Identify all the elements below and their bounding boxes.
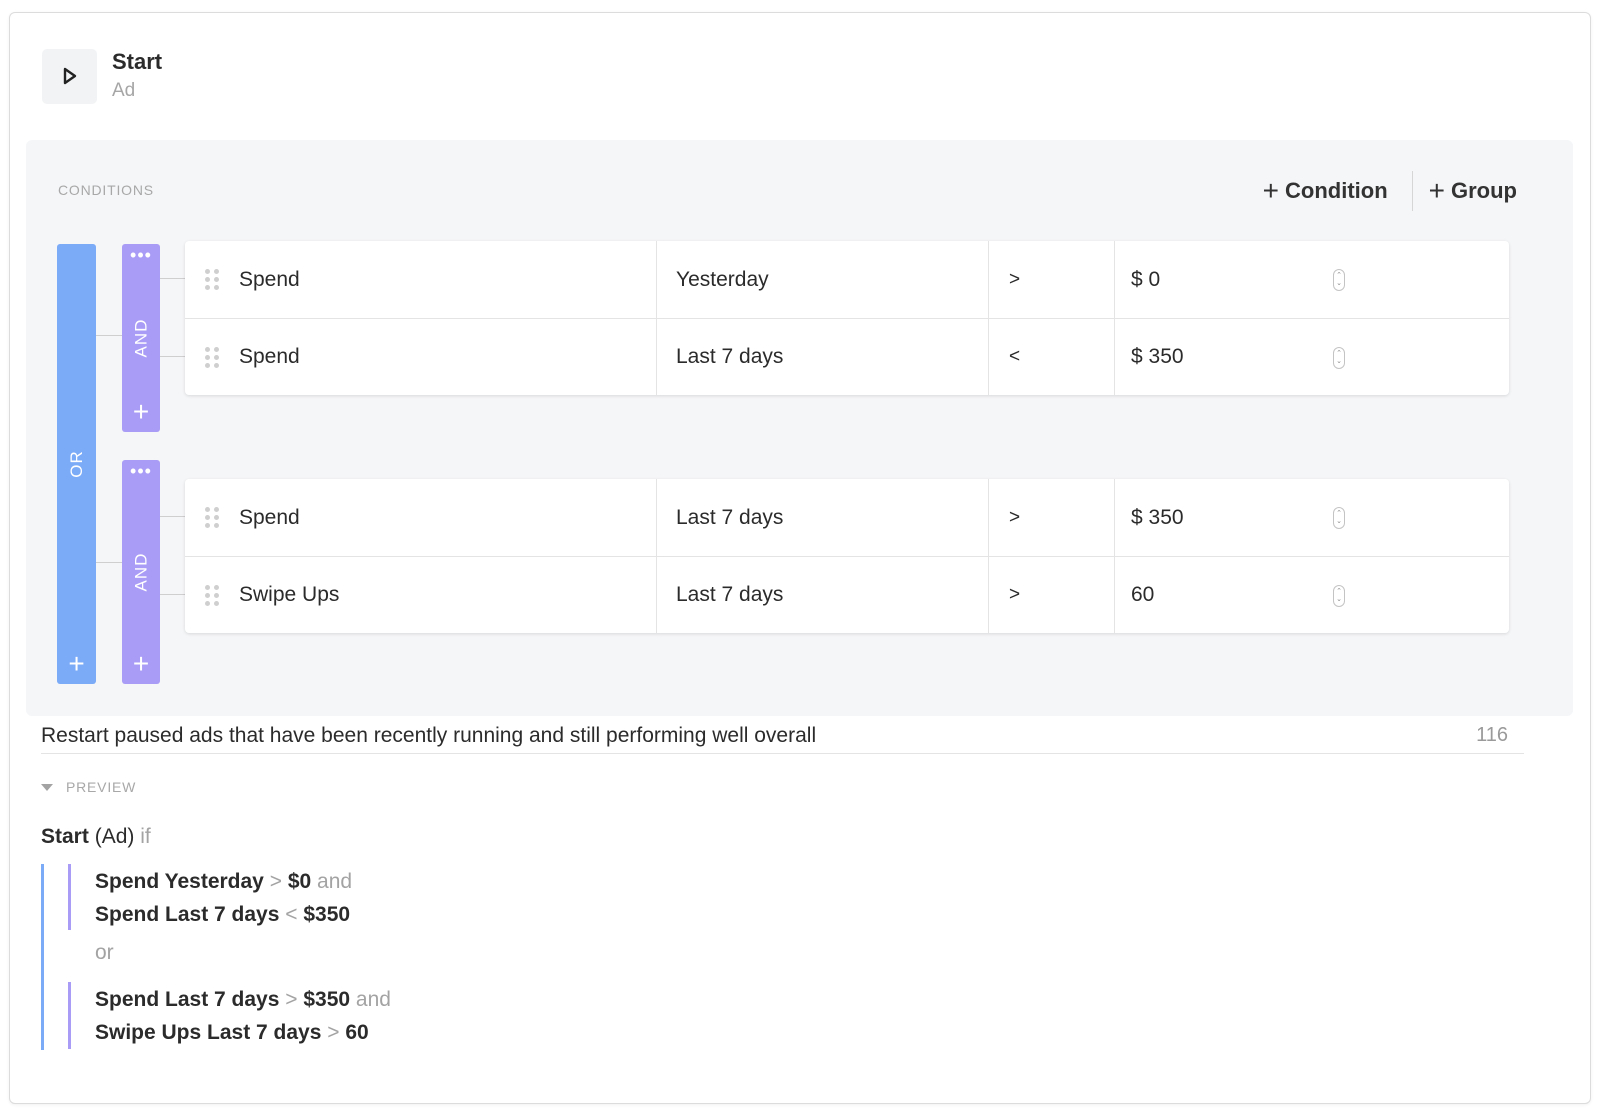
preview-line: Spend Last 7 days < $350 (95, 901, 350, 929)
condition-row[interactable]: Spend Yesterday > $ 0 ⌃ ⌄ (185, 241, 1509, 318)
conditions-label: CONDITIONS (58, 182, 154, 198)
rule-header: Start Ad (42, 48, 162, 104)
and-group-bar-1[interactable]: ••• AND + (122, 244, 160, 432)
operator-select[interactable]: > (989, 556, 1115, 634)
preview-subject: Swipe Ups Last 7 days (95, 1021, 322, 1044)
preview-value: $0 (287, 870, 312, 893)
stepper-icon[interactable]: ⌃ ⌄ (1333, 507, 1345, 529)
preview-action: Start (41, 825, 89, 848)
connector-line (160, 356, 185, 357)
preview-line: Swipe Ups Last 7 days > 60 (95, 1019, 369, 1047)
conditions-toolbar: + Condition + Group (1263, 170, 1517, 212)
add-condition-button[interactable]: + Condition (1263, 177, 1388, 205)
period-select[interactable]: Last 7 days (657, 318, 989, 396)
drag-handle-icon[interactable] (185, 346, 239, 368)
action-title: Start (112, 49, 163, 74)
preview-operator: > (269, 870, 282, 893)
connector-line (160, 516, 185, 517)
add-group-button[interactable]: + Group (1429, 177, 1517, 205)
preview-line: Spend Last 7 days > $350 and (95, 986, 391, 1014)
or-label: OR (66, 450, 86, 478)
drag-handle-icon[interactable] (185, 584, 239, 606)
connector-line (160, 278, 185, 279)
or-add-plus-icon[interactable]: + (57, 650, 96, 678)
add-condition-label: Condition (1285, 178, 1388, 203)
action-target: Ad (112, 80, 136, 101)
value-input[interactable]: $ 350 ⌃ ⌄ (1115, 319, 1455, 396)
condition-row[interactable]: Spend Last 7 days < $ 350 ⌃ ⌄ (185, 318, 1509, 396)
preview-operator: < (285, 903, 298, 926)
preview-and: and (355, 988, 391, 1011)
preview-or: or (95, 941, 114, 964)
and-label: AND (131, 552, 150, 592)
operator-select[interactable]: > (989, 241, 1115, 318)
preview-value: 60 (345, 1021, 369, 1044)
operator-select[interactable]: < (989, 318, 1115, 396)
and-add-plus-icon[interactable]: + (122, 398, 160, 426)
value-text: 60 (1131, 583, 1155, 606)
value-text: $ 350 (1131, 505, 1184, 529)
preview-and-line (68, 864, 71, 930)
preview-subject: Spend Last 7 days (95, 903, 280, 926)
preview-operator: > (285, 988, 298, 1011)
value-input[interactable]: $ 0 ⌃ ⌄ (1115, 241, 1455, 318)
value-text: $ 350 (1131, 345, 1184, 368)
and-group-bar-2[interactable]: ••• AND + (122, 460, 160, 684)
play-icon (63, 67, 76, 85)
condition-rows-group-1: Spend Yesterday > $ 0 ⌃ ⌄ Spend Last 7 da… (185, 241, 1509, 396)
and-add-plus-icon[interactable]: + (122, 650, 160, 678)
condition-row[interactable]: Spend Last 7 days > $ 350 ⌃ ⌄ (185, 479, 1509, 556)
toolbar-divider (1411, 171, 1413, 211)
preview-and: and (317, 870, 353, 893)
preview-operator: > (327, 1021, 340, 1044)
stepper-icon[interactable]: ⌃ ⌄ (1333, 346, 1345, 369)
preview-toggle[interactable]: PREVIEW (41, 779, 136, 795)
or-group-bar[interactable]: OR + (57, 244, 96, 684)
connector-line (96, 335, 122, 336)
metric-select[interactable]: Swipe Ups (239, 556, 657, 634)
period-select[interactable]: Last 7 days (657, 556, 989, 634)
stepper-icon[interactable]: ⌃ ⌄ (1333, 269, 1345, 291)
operator-select[interactable]: > (989, 479, 1115, 556)
preview-value: $350 (303, 903, 351, 926)
plus-icon: + (1428, 175, 1445, 206)
value-input[interactable]: 60 ⌃ ⌄ (1115, 557, 1455, 634)
and-label: AND (131, 318, 150, 358)
metric-select[interactable]: Spend (239, 318, 657, 396)
caret-down-icon (41, 783, 53, 791)
connector-line (160, 594, 185, 595)
metric-select[interactable]: Spend (239, 241, 657, 318)
preview-if: if (140, 825, 151, 848)
metric-select[interactable]: Spend (239, 479, 657, 556)
plus-icon: + (1262, 175, 1279, 206)
value-input[interactable]: $ 350 ⌃ ⌄ (1115, 479, 1455, 556)
drag-handle-icon[interactable] (185, 507, 239, 528)
description-field[interactable]: Restart paused ads that have been recent… (41, 718, 1524, 754)
stepper-icon[interactable]: ⌃ ⌄ (1333, 584, 1345, 607)
period-select[interactable]: Last 7 days (657, 479, 989, 556)
preview-and-line (68, 982, 71, 1049)
preview-value: $350 (303, 988, 351, 1011)
drag-handle-icon[interactable] (185, 269, 239, 290)
preview-label: PREVIEW (66, 779, 137, 795)
description-text: Restart paused ads that have been recent… (41, 723, 817, 747)
preview-subject: Spend Yesterday (95, 870, 264, 893)
add-group-label: Group (1451, 178, 1517, 203)
preview-line: Spend Yesterday > $0 and (95, 868, 352, 896)
conditions-panel: CONDITIONS + Condition + Group OR + ••• … (26, 140, 1573, 716)
character-count: 116 (1476, 724, 1508, 746)
preview-target: (Ad) (94, 825, 135, 848)
action-icon-box (42, 48, 97, 104)
condition-rows-group-2: Spend Last 7 days > $ 350 ⌃ ⌄ Swipe Ups L… (185, 479, 1509, 634)
condition-row[interactable]: Swipe Ups Last 7 days > 60 ⌃ ⌄ (185, 556, 1509, 634)
value-text: $ 0 (1131, 267, 1161, 291)
connector-line (96, 562, 122, 563)
preview-or-line (41, 864, 44, 1050)
period-select[interactable]: Yesterday (657, 241, 989, 318)
preview-subject: Spend Last 7 days (95, 988, 280, 1011)
preview-summary: Start (Ad) if (41, 825, 151, 849)
